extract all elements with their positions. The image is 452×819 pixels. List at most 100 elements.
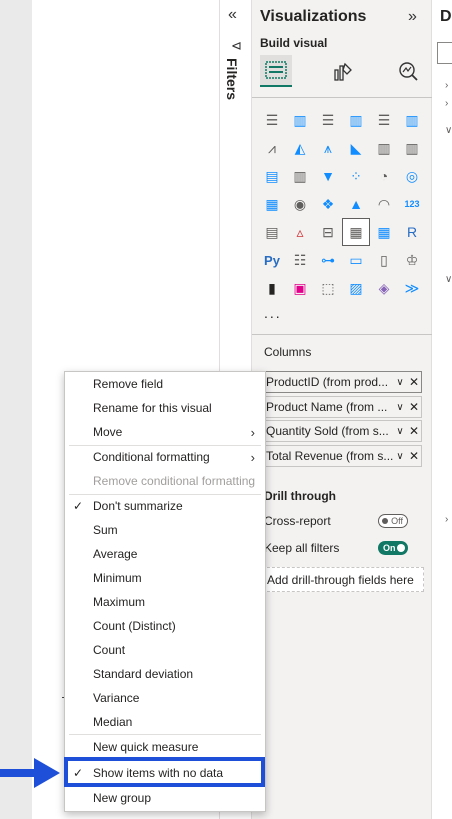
remove-field-icon[interactable]: ✕ [407, 375, 421, 389]
scatter-chart-icon[interactable]: ⁘ [342, 162, 370, 190]
more-visuals-button[interactable]: ... [264, 305, 282, 321]
remove-field-icon[interactable]: ✕ [407, 424, 421, 438]
menu-item-remove-conditional-formatting: Remove conditional formatting [65, 469, 265, 493]
menu-item-variance[interactable]: Variance [65, 686, 265, 710]
filters-label[interactable]: Filters [224, 58, 240, 100]
cross-report-toggle[interactable]: Off [378, 514, 408, 528]
menu-item-standard-deviation[interactable]: Standard deviation [65, 662, 265, 686]
chevron-down-icon[interactable]: ∨ [393, 377, 407, 388]
menu-item-label: Sum [93, 523, 118, 537]
cross-report-label: Cross-report [264, 514, 331, 528]
field-well-item[interactable]: Quantity Sold (from s... ∨ ✕ [262, 420, 422, 442]
100-stacked-column-chart-icon[interactable]: ▥ [398, 106, 426, 134]
paginated-report-icon[interactable]: ▮ [258, 274, 286, 302]
analytics-button[interactable] [392, 55, 424, 87]
menu-item-label: Maximum [93, 595, 146, 609]
drill-through-label: Drill through [264, 489, 336, 503]
kpi-icon[interactable]: ▵ [286, 218, 314, 246]
chevron-right-icon[interactable]: › [445, 98, 448, 109]
waterfall-chart-icon[interactable]: ▥ [286, 162, 314, 190]
remove-field-icon[interactable]: ✕ [407, 449, 421, 463]
line-clustered-column-chart-icon[interactable]: ▥ [398, 134, 426, 162]
ribbon-chart-icon[interactable]: ▤ [258, 162, 286, 190]
power-automate-icon[interactable]: ⬚ [314, 274, 342, 302]
menu-item-conditional-formatting[interactable]: Conditional formatting › [65, 445, 265, 469]
menu-item-count[interactable]: Count [65, 638, 265, 662]
chevron-right-icon[interactable]: › [445, 80, 448, 91]
qa-icon[interactable]: ▭ [342, 246, 370, 274]
100-stacked-bar-chart-icon[interactable]: ☰ [370, 106, 398, 134]
menu-item-new-group[interactable]: New group [65, 786, 265, 810]
gauge-icon[interactable]: ◠ [370, 190, 398, 218]
matrix-icon[interactable]: ▦ [370, 218, 398, 246]
donut-chart-icon[interactable]: ◎ [398, 162, 426, 190]
keep-all-filters-toggle[interactable]: On [378, 541, 408, 555]
stacked-area-chart-icon[interactable]: ⩚ [314, 134, 342, 162]
table-icon[interactable]: ▦ [342, 218, 370, 246]
chevron-down-icon[interactable]: ∨ [445, 125, 452, 136]
drill-through-well[interactable]: Add drill-through fields here [262, 567, 424, 592]
slicer-icon[interactable]: ⊟ [314, 218, 342, 246]
menu-item-remove-field[interactable]: Remove field [65, 372, 265, 396]
chevron-down-icon[interactable]: ∨ [393, 426, 407, 437]
menu-item-new-quick-measure[interactable]: New quick measure [65, 735, 265, 759]
menu-item-count-distinct[interactable]: Count (Distinct) [65, 614, 265, 638]
clustered-column-chart-icon[interactable]: ▥ [342, 106, 370, 134]
area-chart-icon[interactable]: ◭ [286, 134, 314, 162]
menu-item-move[interactable]: Move › [65, 420, 265, 444]
line-stacked-column-chart-icon[interactable]: ▥ [370, 134, 398, 162]
menu-item-sum[interactable]: Sum [65, 518, 265, 542]
python-visual-icon[interactable]: Py [258, 246, 286, 274]
r-visual-icon[interactable]: R [398, 218, 426, 246]
visual-type-gallery: ☰ ▥ ☰ ▥ ☰ ▥ ⩘ ◭ ⩚ ◣ ▥ ▥ ▤ ▥ ▼ ⁘ ◔ ◎ ▦ ◉ ❖ ▲ ◠ 123 ▤ ▵ ⊟ ▦ ▦ R Py ☷ ⊶ ▭ ▯ ♔ ▮… [258, 106, 426, 302]
custom-visual-2-icon[interactable]: ◈ [370, 274, 398, 302]
field-well-item[interactable]: ProductID (from prod... ∨ ✕ [262, 371, 422, 393]
menu-item-rename[interactable]: Rename for this visual [65, 396, 265, 420]
pie-chart-icon[interactable]: ◔ [370, 162, 398, 190]
menu-item-label: Minimum [93, 571, 142, 585]
filled-map-icon[interactable]: ❖ [314, 190, 342, 218]
stacked-column-chart-icon[interactable]: ▥ [286, 106, 314, 134]
clustered-bar-chart-icon[interactable]: ☰ [314, 106, 342, 134]
smart-narrative-icon[interactable]: ▯ [370, 246, 398, 274]
line-chart-icon[interactable]: ⩘ [258, 134, 286, 162]
multi-row-card-icon[interactable]: ▤ [258, 218, 286, 246]
power-apps-icon[interactable]: ▣ [286, 274, 314, 302]
menu-item-median[interactable]: Median [65, 710, 265, 734]
menu-item-average[interactable]: Average [65, 542, 265, 566]
card-icon[interactable]: 123 [398, 190, 426, 218]
menu-item-label: Don't summarize [93, 499, 183, 513]
menu-item-maximum[interactable]: Maximum [65, 590, 265, 614]
field-well-item[interactable]: Product Name (from ... ∨ ✕ [262, 396, 422, 418]
chevron-right-icon[interactable]: › [445, 514, 448, 525]
custom-visual-1-icon[interactable]: ▨ [342, 274, 370, 302]
menu-item-label: Remove conditional formatting [93, 474, 256, 488]
menu-item-dont-summarize[interactable]: ✓ Don't summarize [65, 494, 265, 518]
menu-item-label: Variance [93, 691, 140, 705]
collapse-filters-icon[interactable]: « [228, 6, 237, 24]
menu-item-minimum[interactable]: Minimum [65, 566, 265, 590]
chevron-down-icon[interactable]: ∨ [393, 402, 407, 413]
menu-item-label: Count (Distinct) [93, 619, 176, 633]
remove-field-icon[interactable]: ✕ [407, 400, 421, 414]
data-search-input[interactable] [437, 42, 452, 64]
azure-map-icon[interactable]: ▲ [342, 190, 370, 218]
stacked-bar-chart-icon[interactable]: ☰ [258, 106, 286, 134]
field-well-item[interactable]: Total Revenue (from s... ∨ ✕ [262, 445, 422, 467]
chevron-down-icon[interactable]: ∨ [393, 451, 407, 462]
chevron-right-icon: › [250, 449, 255, 465]
map-icon[interactable]: ◉ [286, 190, 314, 218]
key-influencers-icon[interactable]: ☷ [286, 246, 314, 274]
chevron-down-icon[interactable]: ∨ [445, 274, 452, 285]
funnel-chart-icon[interactable]: ▼ [314, 162, 342, 190]
format-visual-button[interactable] [326, 55, 358, 87]
decomposition-tree-icon[interactable]: ⊶ [314, 246, 342, 274]
custom-visual-3-icon[interactable]: ≫ [398, 274, 426, 302]
100-stacked-area-chart-icon[interactable]: ◣ [342, 134, 370, 162]
goals-icon[interactable]: ♔ [398, 246, 426, 274]
treemap-icon[interactable]: ▦ [258, 190, 286, 218]
menu-item-label: New quick measure [93, 740, 199, 754]
visualizations-pane: Visualizations » Build visual ☰ ▥ ☰ ▥ ☰ ▥ ⩘ ◭ ⩚ ◣… [252, 0, 432, 819]
expand-pane-icon[interactable]: » [408, 8, 417, 26]
build-visual-button[interactable] [260, 55, 292, 87]
